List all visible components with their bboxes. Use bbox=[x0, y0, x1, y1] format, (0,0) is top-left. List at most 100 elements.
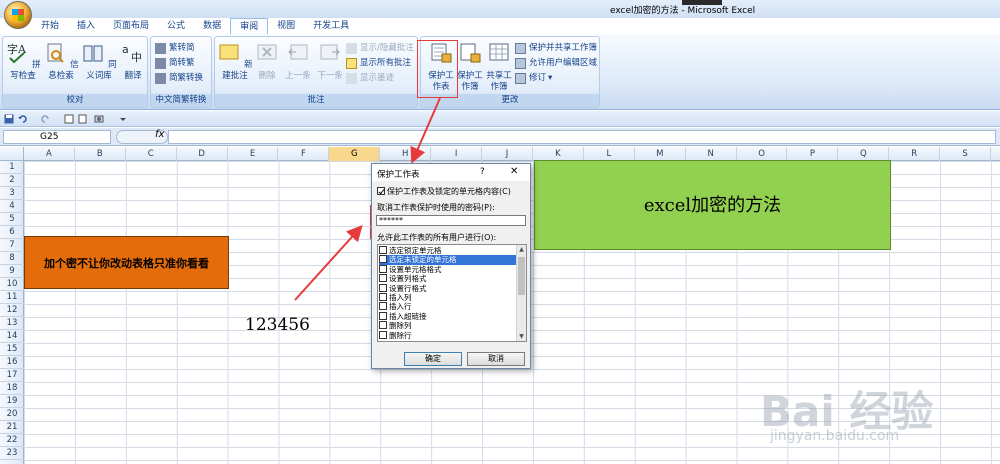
show-ink-button[interactable]: 显示墨迹 bbox=[346, 72, 394, 85]
protect-workbook-button[interactable]: 保护工作簿 bbox=[457, 41, 483, 93]
permission-item[interactable]: 设置行格式 bbox=[379, 283, 517, 293]
permission-checkbox[interactable] bbox=[379, 264, 387, 273]
print-preview-icon[interactable] bbox=[64, 114, 74, 124]
row-header[interactable]: 23 bbox=[0, 447, 24, 460]
scroll-thumb[interactable] bbox=[518, 257, 525, 295]
conversion-button[interactable]: 简繁转换 bbox=[155, 72, 203, 85]
permission-item[interactable]: 插入列 bbox=[379, 293, 517, 302]
row-header[interactable]: 3 bbox=[0, 187, 24, 200]
column-header[interactable]: R bbox=[889, 147, 941, 161]
save-icon[interactable] bbox=[4, 114, 14, 124]
row-header[interactable]: 14 bbox=[0, 330, 24, 343]
permission-checkbox[interactable] bbox=[379, 274, 387, 283]
tab-home[interactable]: 开始 bbox=[32, 18, 68, 34]
row-header[interactable]: 6 bbox=[0, 226, 24, 239]
row-header[interactable]: 1 bbox=[0, 161, 24, 174]
tab-page-layout[interactable]: 页面布局 bbox=[104, 18, 158, 34]
row-header[interactable]: 22 bbox=[0, 434, 24, 447]
tab-insert[interactable]: 插入 bbox=[68, 18, 104, 34]
column-header[interactable]: J bbox=[482, 147, 533, 161]
column-header[interactable]: H bbox=[380, 147, 432, 161]
permission-checkbox[interactable] bbox=[379, 255, 387, 264]
column-header[interactable]: L bbox=[584, 147, 635, 161]
protect-checkbox[interactable] bbox=[377, 187, 385, 195]
office-button[interactable] bbox=[4, 1, 32, 29]
previous-comment-button[interactable]: 上一条 bbox=[281, 41, 315, 82]
row-header[interactable]: 16 bbox=[0, 356, 24, 369]
ok-button[interactable]: 确定 bbox=[404, 352, 462, 366]
camera-icon[interactable] bbox=[94, 114, 104, 124]
row-header[interactable]: 7 bbox=[0, 239, 24, 252]
permissions-list[interactable]: 选定锁定单元格 选定未锁定的单元格 设置单元格格式 设置列格式 设置行格式 插入列 插入行插… bbox=[377, 244, 527, 342]
cancel-button[interactable]: 取消 bbox=[467, 352, 525, 366]
column-header[interactable]: A bbox=[24, 147, 75, 161]
name-box[interactable]: G25 bbox=[3, 130, 111, 144]
permission-checkbox[interactable] bbox=[379, 246, 387, 254]
translate-button[interactable]: a中 翻译 bbox=[119, 41, 147, 82]
permission-item[interactable]: 插入超链接 bbox=[379, 311, 517, 321]
column-header[interactable]: C bbox=[126, 147, 177, 161]
column-header[interactable]: K bbox=[533, 147, 584, 161]
scroll-up-icon[interactable]: ▲ bbox=[518, 246, 525, 253]
help-icon[interactable]: ? bbox=[480, 167, 485, 177]
share-workbook-button[interactable]: 共享工作簿 bbox=[485, 41, 513, 93]
research-button[interactable]: 信息检索 bbox=[43, 41, 79, 82]
permission-checkbox[interactable] bbox=[379, 311, 387, 320]
row-header[interactable]: 5 bbox=[0, 213, 24, 226]
protect-and-share-button[interactable]: 保护并共享工作簿 bbox=[515, 42, 597, 55]
select-all-corner[interactable] bbox=[0, 147, 24, 161]
formula-input[interactable] bbox=[168, 130, 996, 144]
next-comment-button[interactable]: 下一条 bbox=[315, 41, 345, 82]
row-header[interactable]: 18 bbox=[0, 382, 24, 395]
document-icon[interactable] bbox=[78, 114, 88, 124]
tab-view[interactable]: 视图 bbox=[268, 18, 304, 34]
allow-edit-ranges-button[interactable]: 允许用户编辑区域 bbox=[515, 57, 597, 70]
permission-item[interactable]: 删除行 bbox=[379, 330, 517, 340]
row-header[interactable]: 19 bbox=[0, 395, 24, 408]
redo-icon[interactable] bbox=[40, 114, 50, 124]
column-header[interactable]: B bbox=[75, 147, 126, 161]
permission-checkbox[interactable] bbox=[379, 293, 387, 301]
permission-item[interactable]: 删除列 bbox=[379, 321, 517, 330]
protect-checkbox-row[interactable]: 保护工作表及锁定的单元格内容(C) bbox=[377, 186, 511, 197]
show-all-comments-button[interactable]: 显示所有批注 bbox=[346, 57, 411, 70]
insert-function-icon[interactable]: fx bbox=[155, 129, 164, 140]
column-header[interactable]: N bbox=[686, 147, 737, 161]
column-header[interactable]: S bbox=[940, 147, 992, 161]
undo-icon[interactable] bbox=[18, 114, 28, 124]
column-header[interactable]: M bbox=[635, 147, 686, 161]
permissions-scrollbar[interactable]: ▲ ▼ bbox=[516, 245, 526, 341]
row-header[interactable]: 9 bbox=[0, 265, 24, 278]
row-header[interactable]: 21 bbox=[0, 421, 24, 434]
column-header[interactable]: P bbox=[788, 147, 839, 161]
delete-comment-button[interactable]: 删除 bbox=[255, 41, 279, 82]
orange-text-cell[interactable]: 加个密不让你改动表格只准你看看 bbox=[24, 236, 229, 289]
green-title-cell[interactable]: excel加密的方法 bbox=[534, 160, 891, 250]
row-header[interactable]: 11 bbox=[0, 291, 24, 304]
row-header[interactable]: 4 bbox=[0, 200, 24, 213]
permission-item[interactable]: 插入行 bbox=[379, 302, 517, 311]
to-traditional-button[interactable]: 繁转简 bbox=[155, 42, 195, 55]
row-header[interactable]: 17 bbox=[0, 369, 24, 382]
to-simplified-button[interactable]: 简转繁 bbox=[155, 57, 195, 70]
row-header[interactable]: 20 bbox=[0, 408, 24, 421]
password-input[interactable]: ****** bbox=[376, 215, 526, 226]
permission-item[interactable]: 设置单元格格式 bbox=[379, 264, 517, 274]
row-header[interactable]: 15 bbox=[0, 343, 24, 356]
permission-checkbox[interactable] bbox=[379, 330, 387, 339]
permission-checkbox[interactable] bbox=[379, 283, 387, 292]
show-hide-comment-button[interactable]: 显示/隐藏批注 bbox=[346, 42, 414, 55]
row-header[interactable]: 13 bbox=[0, 317, 24, 330]
tab-review[interactable]: 审阅 bbox=[230, 18, 269, 34]
column-header[interactable]: Q bbox=[838, 147, 890, 161]
permission-item[interactable]: 选定未锁定的单元格 bbox=[379, 255, 517, 265]
permission-checkbox[interactable] bbox=[379, 302, 387, 311]
row-header[interactable]: 12 bbox=[0, 304, 24, 317]
column-header[interactable]: G bbox=[329, 147, 381, 161]
scroll-down-icon[interactable]: ▼ bbox=[518, 333, 525, 340]
column-header[interactable]: E bbox=[228, 147, 279, 161]
new-comment-button[interactable]: 新建批注 bbox=[217, 41, 253, 82]
track-changes-button[interactable]: 修订 ▾ bbox=[515, 72, 552, 85]
column-header[interactable]: O bbox=[737, 147, 788, 161]
column-header[interactable]: D bbox=[177, 147, 228, 161]
